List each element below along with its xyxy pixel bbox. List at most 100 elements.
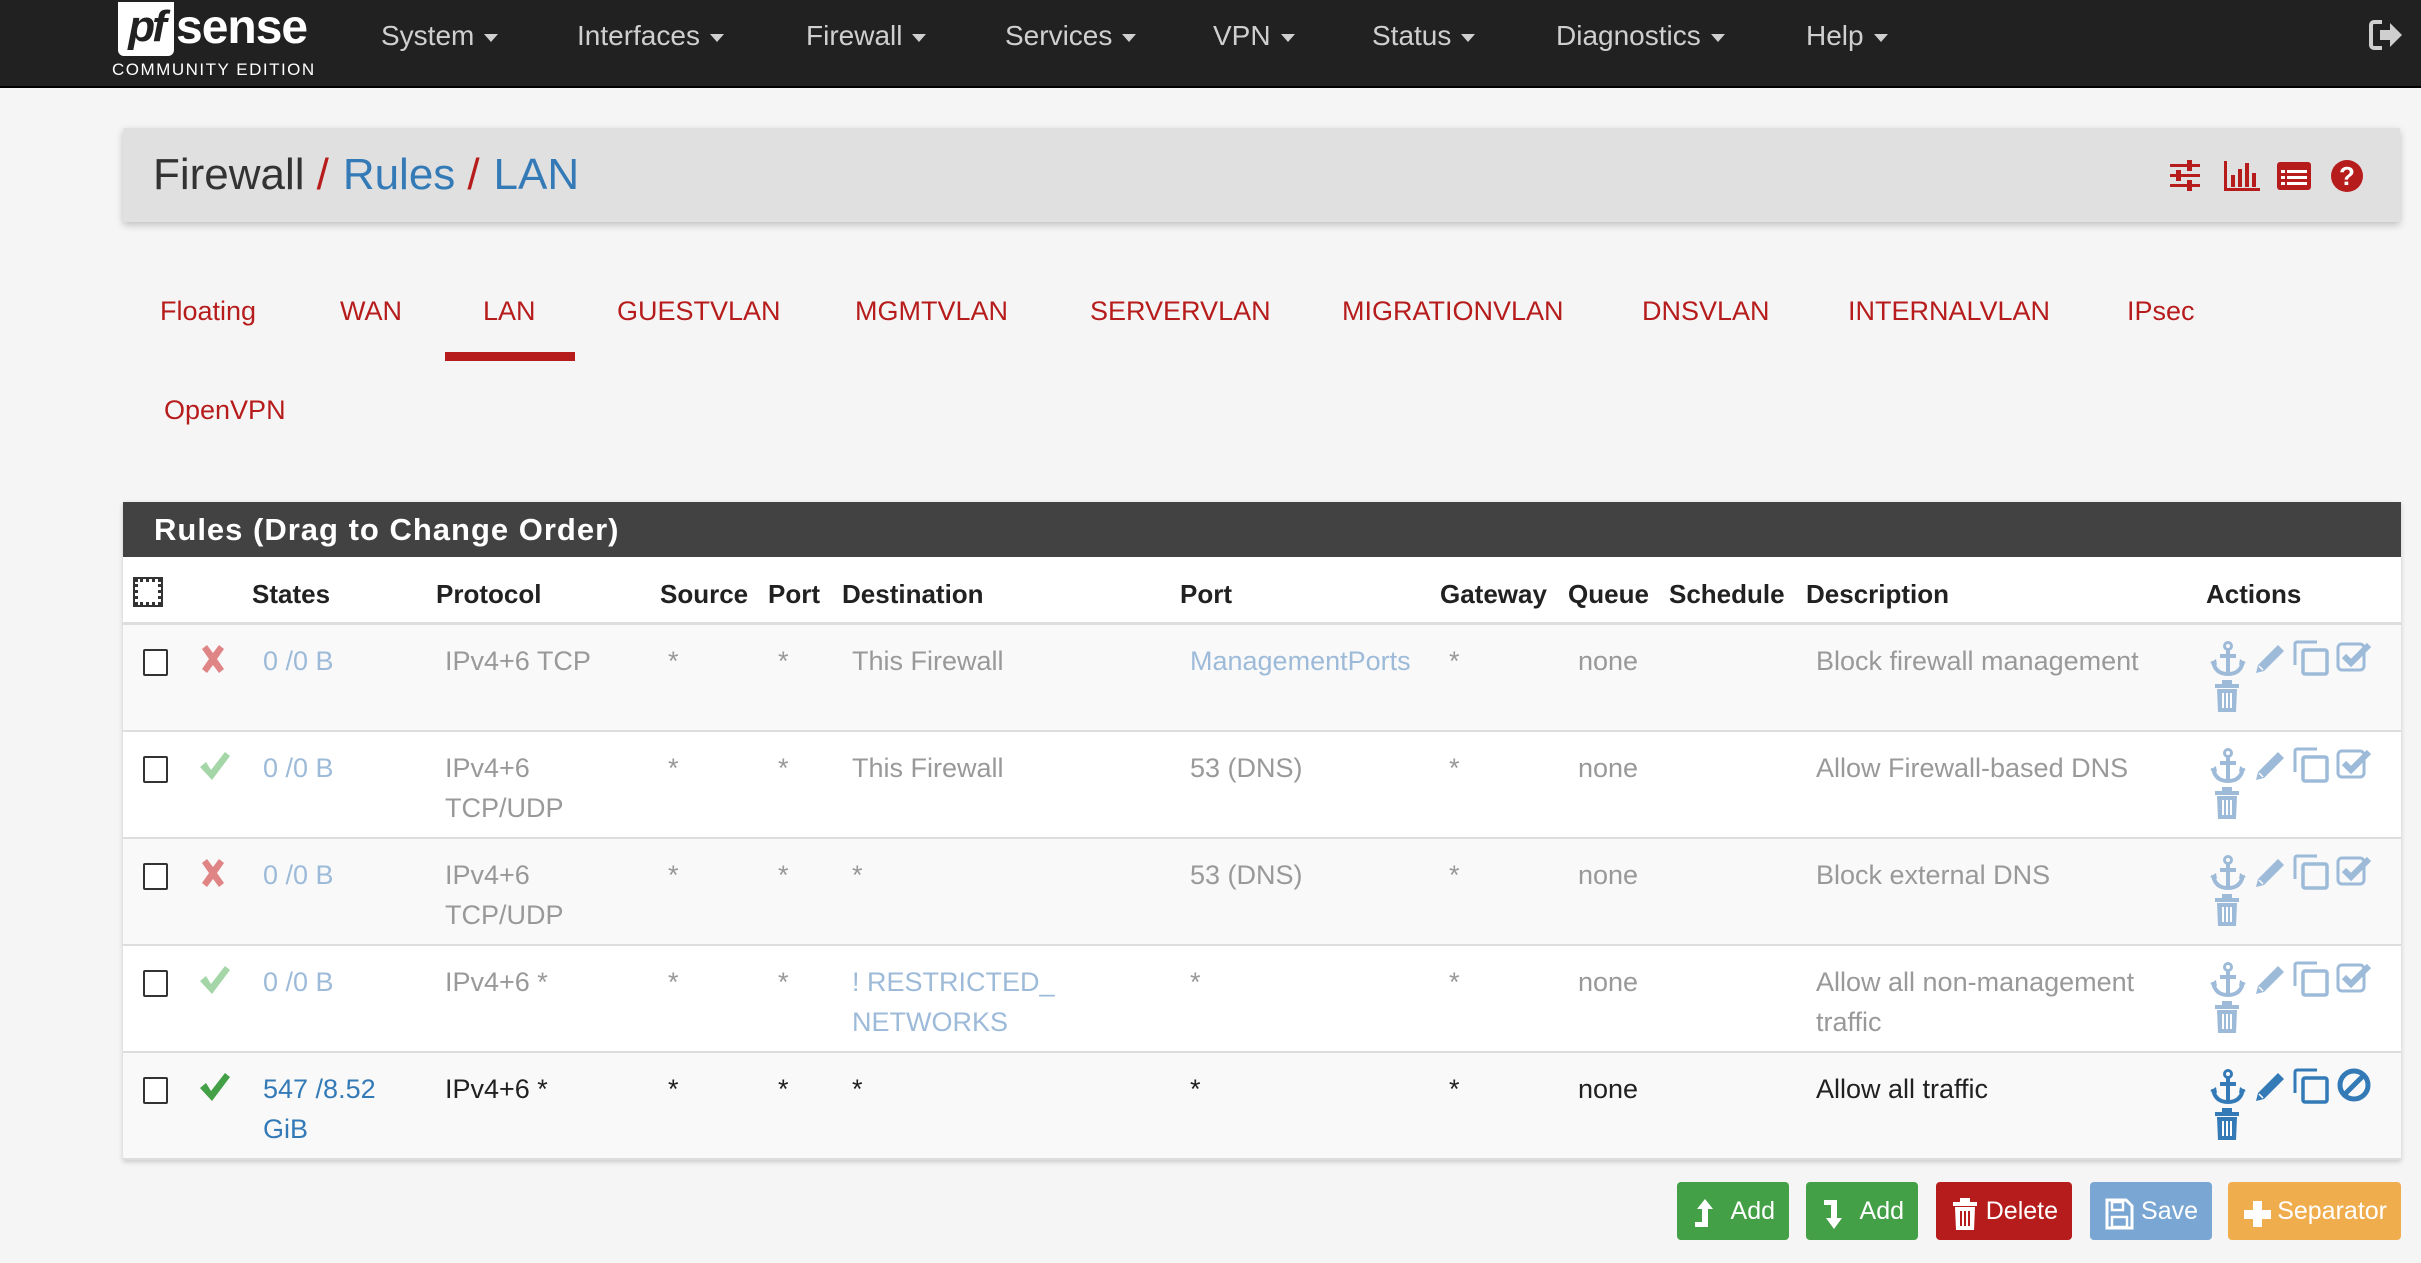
- row-select-checkbox[interactable]: [143, 649, 168, 676]
- tab-ipsec[interactable]: IPsec: [2127, 293, 2195, 329]
- pass-check-icon[interactable]: [198, 964, 230, 996]
- tab-guestvlan[interactable]: GUESTVLAN: [617, 293, 781, 329]
- delete-rule-icon[interactable]: [2212, 1000, 2248, 1036]
- edit-pencil-icon[interactable]: [2252, 748, 2288, 784]
- tab-servervlan[interactable]: SERVERVLAN: [1090, 293, 1271, 329]
- copy-icon[interactable]: [2292, 639, 2329, 676]
- tab-wan[interactable]: WAN: [340, 293, 402, 329]
- sign-out-icon[interactable]: [2368, 18, 2404, 52]
- anchor-icon[interactable]: [2210, 962, 2246, 998]
- source-cell: *: [668, 753, 679, 783]
- delete-button[interactable]: Delete: [1936, 1182, 2072, 1240]
- nav-diagnostics[interactable]: Diagnostics: [1556, 18, 1725, 54]
- copy-icon[interactable]: [2292, 960, 2329, 997]
- row-select-checkbox[interactable]: [143, 1077, 168, 1104]
- nav-vpn[interactable]: VPN: [1213, 18, 1295, 54]
- col-source-port: Port: [768, 579, 820, 609]
- sliders-icon[interactable]: [2168, 159, 2202, 193]
- nav-label: System: [381, 20, 475, 51]
- add-top-button[interactable]: Add: [1677, 1182, 1789, 1240]
- caret-down-icon: [1122, 33, 1137, 42]
- nav-status[interactable]: Status: [1372, 18, 1476, 54]
- select-all-checkbox[interactable]: [133, 577, 163, 607]
- anchor-icon[interactable]: [2210, 641, 2246, 677]
- states-value: 0 /0 B: [263, 646, 334, 676]
- dest-port-cell[interactable]: ManagementPorts: [1190, 641, 1411, 681]
- description-cell: Block firewall management: [1816, 641, 2139, 681]
- states-cell[interactable]: 0 /0 B: [263, 641, 334, 681]
- add-separator-button[interactable]: Separator: [2228, 1182, 2401, 1240]
- delete-rule-icon[interactable]: [2212, 679, 2248, 715]
- protocol-value: IPv4+6 TCP: [445, 646, 591, 676]
- breadcrumb-rules[interactable]: Rules: [343, 150, 456, 199]
- nav-help[interactable]: Help: [1806, 18, 1888, 54]
- copy-icon[interactable]: [2292, 853, 2329, 890]
- delete-rule-icon[interactable]: [2212, 1107, 2248, 1143]
- queue-cell: none: [1578, 646, 1639, 676]
- bar-chart-icon[interactable]: [2222, 159, 2260, 193]
- row-select-checkbox[interactable]: [143, 970, 168, 997]
- delete-rule-icon[interactable]: [2212, 893, 2248, 929]
- anchor-icon[interactable]: [2210, 1069, 2246, 1105]
- table-row[interactable]: 0 /0 B IPv4+6 TCP/UDP * * * 53 (DNS) * no…: [123, 839, 2401, 946]
- copy-icon[interactable]: [2292, 1067, 2329, 1104]
- destination-value: ! RESTRICTED_: [852, 967, 1055, 997]
- edit-pencil-icon[interactable]: [2252, 962, 2288, 998]
- destination-value: This Firewall: [852, 753, 1004, 783]
- table-row[interactable]: 0 /0 B IPv4+6 TCP/UDP * * This Firewall 5…: [123, 732, 2401, 839]
- col-actions: Actions: [2206, 579, 2302, 609]
- block-x-icon[interactable]: [198, 857, 228, 889]
- list-table-icon[interactable]: [2276, 159, 2311, 193]
- enable-rule-icon[interactable]: [2336, 746, 2372, 782]
- add-top-icon: [1691, 1194, 1721, 1228]
- tab-openvpn[interactable]: OpenVPN: [164, 392, 286, 428]
- destination-cell[interactable]: ! RESTRICTED_ NETWORKS: [852, 962, 1055, 1042]
- table-row[interactable]: 0 /0 B IPv4+6 * * * ! RESTRICTED_ NETWORK…: [123, 946, 2401, 1053]
- pass-check-icon[interactable]: [198, 750, 230, 782]
- top-navbar: pf sense COMMUNITY EDITION System Interf…: [0, 0, 2421, 88]
- block-x-icon[interactable]: [198, 643, 228, 675]
- caret-down-icon: [484, 33, 499, 42]
- protocol-cell: IPv4+6 TCP/UDP: [445, 748, 564, 828]
- tab-dnsvlan[interactable]: DNSVLAN: [1642, 293, 1770, 329]
- nav-system[interactable]: System: [381, 18, 499, 54]
- nav-interfaces[interactable]: Interfaces: [577, 18, 724, 54]
- enable-rule-icon[interactable]: [2336, 639, 2372, 675]
- protocol-cell: IPv4+6 TCP: [445, 641, 591, 681]
- source-cell: *: [668, 967, 679, 997]
- nav-firewall[interactable]: Firewall: [806, 18, 927, 54]
- help-circle-icon[interactable]: ?: [2330, 159, 2364, 193]
- table-row[interactable]: 0 /0 B IPv4+6 TCP * * This Firewall Mana…: [123, 625, 2401, 732]
- enable-rule-icon[interactable]: [2336, 960, 2372, 996]
- states-cell[interactable]: 0 /0 B: [263, 748, 334, 788]
- delete-rule-icon[interactable]: [2212, 786, 2248, 822]
- edit-pencil-icon[interactable]: [2252, 855, 2288, 891]
- breadcrumb-lan[interactable]: LAN: [494, 150, 580, 199]
- pass-check-icon[interactable]: [198, 1071, 230, 1103]
- tab-migrationvlan[interactable]: MIGRATIONVLAN: [1342, 293, 1564, 329]
- row-select-checkbox[interactable]: [143, 863, 168, 890]
- tab-lan[interactable]: LAN: [483, 293, 536, 329]
- add-bottom-button[interactable]: Add: [1806, 1182, 1918, 1240]
- edit-pencil-icon[interactable]: [2252, 1069, 2288, 1105]
- tab-floating[interactable]: Floating: [160, 293, 256, 329]
- tab-internalvlan[interactable]: INTERNALVLAN: [1848, 293, 2050, 329]
- nav-label: Status: [1372, 20, 1452, 51]
- disable-rule-icon[interactable]: [2336, 1067, 2372, 1103]
- breadcrumb: Firewall / Rules / LAN: [153, 148, 579, 202]
- enable-rule-icon[interactable]: [2336, 853, 2372, 889]
- nav-services[interactable]: Services: [1005, 18, 1137, 54]
- copy-icon[interactable]: [2292, 746, 2329, 783]
- edit-pencil-icon[interactable]: [2252, 641, 2288, 677]
- table-row[interactable]: 547 /8.52 GiB IPv4+6 * * * * * * none All…: [123, 1053, 2401, 1160]
- save-button[interactable]: Save: [2090, 1182, 2212, 1240]
- row-select-checkbox[interactable]: [143, 756, 168, 783]
- states-cell[interactable]: 0 /0 B: [263, 855, 334, 895]
- col-destination: Destination: [842, 579, 984, 609]
- tab-mgmtvlan[interactable]: MGMTVLAN: [855, 293, 1008, 329]
- states-cell[interactable]: 0 /0 B: [263, 962, 334, 1002]
- anchor-icon[interactable]: [2210, 855, 2246, 891]
- states-cell[interactable]: 547 /8.52 GiB: [263, 1069, 376, 1149]
- anchor-icon[interactable]: [2210, 748, 2246, 784]
- pfsense-logo[interactable]: pf sense COMMUNITY EDITION: [112, 0, 322, 80]
